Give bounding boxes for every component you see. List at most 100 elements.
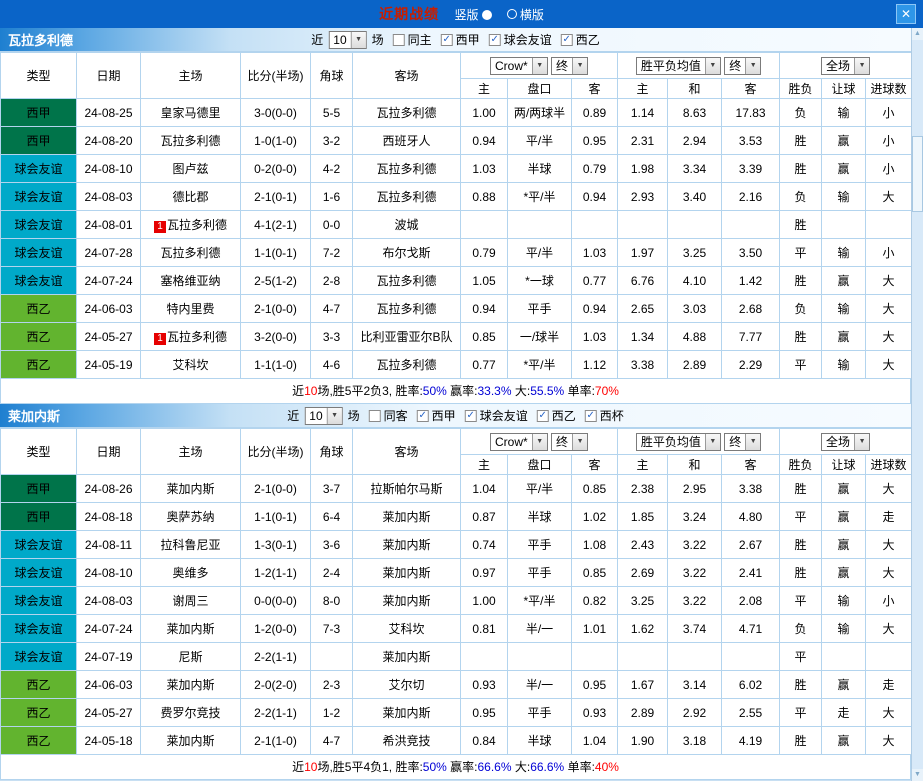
match-count-select[interactable]: 10 ▼: [304, 406, 343, 425]
avg-time-select[interactable]: 终 ▼: [724, 56, 762, 75]
result-cell: 平: [779, 698, 823, 727]
chevron-down-icon: ▼: [854, 57, 870, 74]
odds-time-select[interactable]: 终 ▼: [551, 432, 589, 451]
odds-home-cell: 0.95: [460, 698, 508, 727]
bookmaker-select[interactable]: Crow* ▼: [490, 56, 548, 75]
league-filter[interactable]: 同主: [392, 31, 432, 48]
match-date-cell: 24-05-27: [76, 698, 141, 727]
goals-result-cell: 小: [865, 126, 913, 155]
match-count-select[interactable]: 10 ▼: [328, 30, 367, 49]
odds-home-cell: [460, 210, 508, 239]
league-filter[interactable]: ✓ 西甲: [416, 407, 456, 424]
handicap-cell: *平/半: [507, 182, 572, 211]
match-date-cell: 24-05-27: [76, 322, 141, 351]
corner-cell: 2-8: [310, 266, 353, 295]
handicap-result-cell: 输: [821, 182, 867, 211]
odds-time-select[interactable]: 终 ▼: [551, 56, 589, 75]
checkbox-icon[interactable]: [392, 33, 405, 46]
corner-cell: 3-2: [310, 126, 353, 155]
checkbox-label: 西杯: [599, 409, 624, 423]
goals-result-cell: 走: [865, 502, 913, 531]
checkbox-checked-icon[interactable]: ✓: [536, 409, 549, 422]
league-type-cell: 球会友谊: [0, 586, 77, 615]
checkbox-label: 西甲: [431, 409, 456, 423]
checkbox-checked-icon[interactable]: ✓: [416, 409, 429, 422]
home-team-cell: 德比郡: [140, 182, 241, 211]
handicap-cell: 半球: [507, 502, 572, 531]
result-cell: 胜: [779, 670, 823, 699]
checkbox-checked-icon[interactable]: ✓: [440, 33, 453, 46]
summary-part: 55.5%: [530, 384, 565, 398]
home-team-cell: 拉科鲁尼亚: [140, 530, 241, 559]
home-team-name: 瓦拉多利德: [166, 330, 227, 344]
league-type-cell: 球会友谊: [0, 558, 77, 587]
avg-home-cell: 1.98: [617, 154, 669, 183]
home-team-cell: 奥维多: [140, 558, 241, 587]
avg-draw-cell: 3.22: [667, 558, 723, 587]
home-team-name: 瓦拉多利德: [160, 134, 221, 148]
match-row: 西乙 24-05-27 费罗尔竞技 2-2(1-1) 1-2 莱加内斯 0.95 平手 0.93…: [0, 698, 913, 727]
avg-home-cell: 1.14: [617, 98, 669, 127]
checkbox-checked-icon[interactable]: ✓: [584, 409, 597, 422]
section-leganes: 莱加内斯 近 10 ▼ 场 同客 ✓ 西甲 ✓ 球会友谊 ✓ 西乙 ✓ 西杯 类型 日期 主场 比…: [0, 404, 913, 780]
checkbox-checked-icon[interactable]: ✓: [464, 409, 477, 422]
league-filter[interactable]: ✓ 西乙: [560, 31, 600, 48]
scrollbar-track[interactable]: ▲ ▼: [911, 28, 923, 781]
col-handicap-result: 让球: [821, 454, 867, 475]
bookmaker-value: Crow*: [495, 434, 528, 449]
avg-home-cell: 2.69: [617, 558, 669, 587]
checkbox-checked-icon[interactable]: ✓: [488, 33, 501, 46]
league-filter[interactable]: ✓ 西甲: [440, 31, 480, 48]
col-type: 类型: [0, 52, 77, 99]
score-cell: 1-1(0-1): [240, 238, 311, 267]
layout-horizontal-option[interactable]: 横版: [506, 6, 544, 23]
odds-home-cell: 0.84: [460, 726, 508, 755]
handicap-cell: 半球: [507, 726, 572, 755]
odds-home-cell: 0.94: [460, 294, 508, 323]
goals-result-cell: [865, 642, 913, 671]
col-handicap-result: 让球: [821, 78, 867, 99]
scope-select-cell: 全场 ▼: [779, 428, 913, 455]
match-row: 球会友谊 24-08-10 奥维多 1-2(1-1) 2-4 莱加内斯 0.97 平手 0.85…: [0, 558, 913, 587]
league-type-cell: 西甲: [0, 474, 77, 503]
chevron-down-icon: ▼: [572, 57, 588, 74]
league-filter[interactable]: ✓ 西杯: [584, 407, 624, 424]
corner-cell: 3-3: [310, 322, 353, 351]
avg-time-select[interactable]: 终 ▼: [724, 432, 762, 451]
league-filter[interactable]: 同客: [368, 407, 408, 424]
close-button[interactable]: ✕: [896, 4, 916, 24]
bookmaker-select[interactable]: Crow* ▼: [490, 432, 548, 451]
avg-away-cell: [721, 210, 781, 239]
handicap-cell: 平手: [507, 294, 572, 323]
chevron-down-icon: ▼: [531, 433, 547, 450]
league-filter[interactable]: ✓ 球会友谊: [488, 31, 552, 48]
league-filter[interactable]: ✓ 西乙: [536, 407, 576, 424]
avg-type-select[interactable]: 胜平负均值 ▼: [635, 432, 721, 451]
odds-time-value: 终: [556, 435, 569, 449]
layout-vertical-option[interactable]: 竖版: [454, 6, 492, 23]
scope-select[interactable]: 全场 ▼: [821, 432, 871, 451]
radio-selected-icon[interactable]: [481, 9, 492, 20]
scrollbar-thumb[interactable]: [912, 136, 923, 212]
checkbox-icon[interactable]: [368, 409, 381, 422]
league-filter[interactable]: ✓ 球会友谊: [464, 407, 528, 424]
match-date-cell: 24-08-03: [76, 586, 141, 615]
radio-unselected-icon[interactable]: [506, 9, 517, 19]
avg-type-select[interactable]: 胜平负均值 ▼: [635, 56, 721, 75]
avg-home-cell: 1.67: [617, 670, 669, 699]
scroll-down-icon[interactable]: ▼: [912, 769, 923, 781]
result-cell: 胜: [779, 558, 823, 587]
handicap-cell: 平/半: [507, 474, 572, 503]
col-handicap: 盘口: [507, 78, 572, 99]
checkbox-checked-icon[interactable]: ✓: [560, 33, 573, 46]
away-team-cell: 艾尔切: [352, 670, 461, 699]
odds-away-cell: 0.85: [570, 558, 619, 587]
near-label: 近: [311, 33, 324, 47]
corner-cell: 4-6: [310, 350, 353, 379]
scope-select[interactable]: 全场 ▼: [821, 56, 871, 75]
avg-home-cell: 2.43: [617, 530, 669, 559]
scroll-up-icon[interactable]: ▲: [912, 28, 923, 40]
odds-home-cell: 0.88: [460, 182, 508, 211]
match-row: 球会友谊 24-07-24 塞格维亚纳 2-5(1-2) 2-8 瓦拉多利德 1.05 *一球…: [0, 266, 913, 295]
handicap-cell: [507, 642, 572, 671]
